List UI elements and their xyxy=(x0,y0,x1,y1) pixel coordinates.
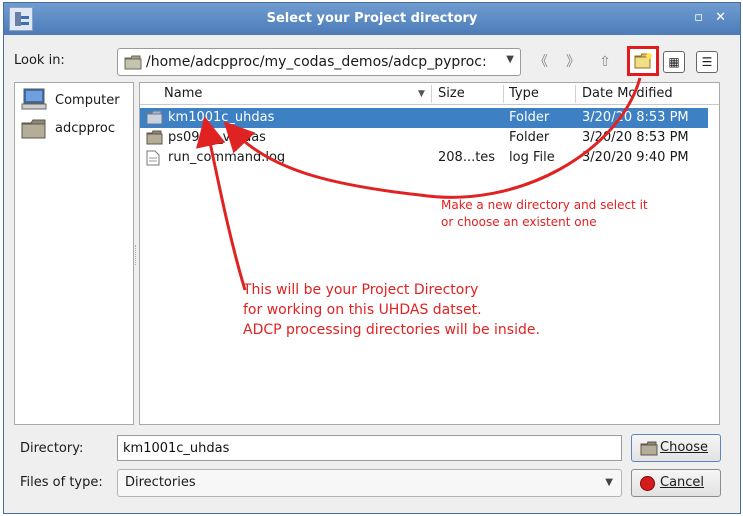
annotation-line: Make a new directory and select it xyxy=(441,198,648,212)
annotation-line: for working on this UHDAS datset. xyxy=(243,302,482,318)
annotation-line: This will be your Project Directory xyxy=(243,282,479,298)
annotation-line: ADCP processing directories will be insi… xyxy=(243,322,540,338)
annotation-new-directory: Make a new directory and select it or ch… xyxy=(441,197,648,231)
annotation-line: or choose an existent one xyxy=(441,215,597,229)
arrow-to-selected-folder xyxy=(223,77,642,199)
annotation-project-directory: This will be your Project Directory for … xyxy=(243,280,540,340)
annotation-arrows xyxy=(196,77,642,291)
arrow-from-project-note xyxy=(196,116,247,291)
